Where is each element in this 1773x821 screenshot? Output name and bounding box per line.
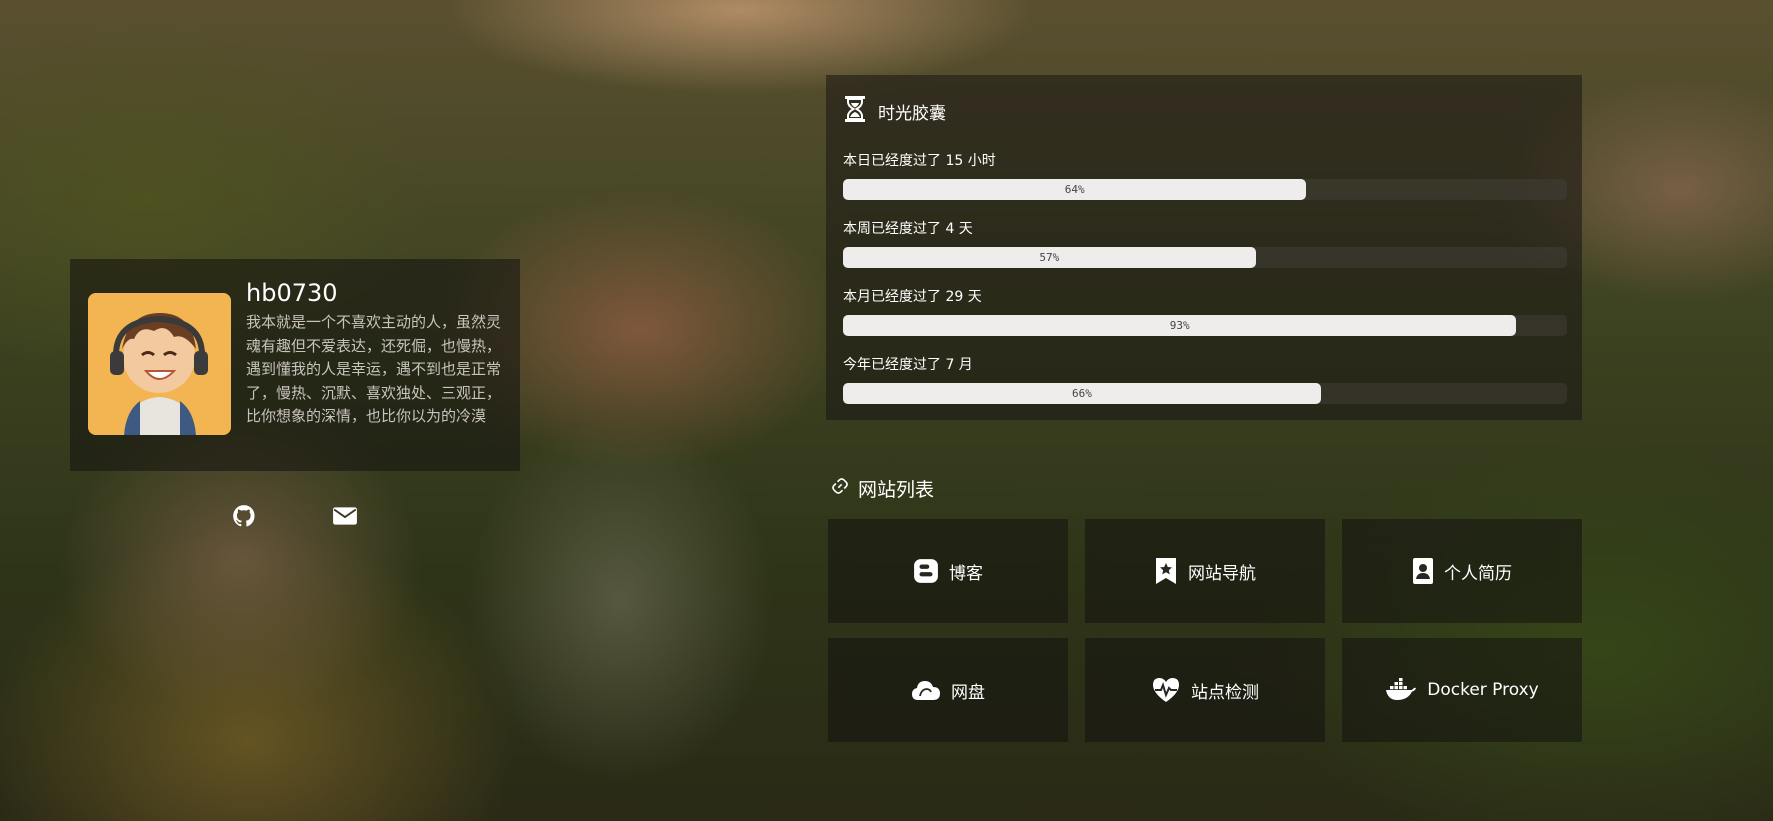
progress-label-week: 本周已经度过了 4 天: [843, 221, 973, 237]
username: hb0730: [246, 279, 338, 307]
blogger-icon: [913, 558, 939, 584]
time-capsule-title: 时光胶囊: [844, 95, 946, 127]
site-tile-label: 网站导航: [1188, 563, 1256, 584]
progress-bar-year: 66%: [843, 383, 1567, 404]
site-tile-label: 个人简历: [1444, 563, 1512, 584]
time-capsule-panel: 时光胶囊 本日已经度过了 15 小时 64% 本周已经度过了 4 天 57% 本…: [826, 75, 1582, 420]
progress-fill-month: 93%: [843, 315, 1517, 336]
resume-icon: [1412, 557, 1434, 585]
site-tile-docker-proxy[interactable]: Docker Proxy: [1342, 638, 1582, 742]
heart-pulse-icon: [1151, 677, 1181, 703]
bookmark-star-icon: [1154, 557, 1178, 585]
bio-text: 我本就是一个不喜欢主动的人，虽然灵魂有趣但不爱表达，还死倔，也慢热，遇到懂我的人…: [246, 313, 502, 425]
docker-icon: [1385, 678, 1417, 702]
site-tile-resume[interactable]: 个人简历: [1342, 519, 1582, 623]
progress-bar-month: 93%: [843, 315, 1567, 336]
cloud-icon: [911, 678, 941, 702]
link-icon: [830, 476, 850, 501]
site-tile-blog[interactable]: 博客: [828, 519, 1068, 623]
progress-label-month: 本月已经度过了 29 天: [843, 289, 982, 305]
site-list-header: 网站列表: [830, 473, 934, 503]
profile-card: hb0730 我本就是一个不喜欢主动的人，虽然灵魂有趣但不爱表达，还死倔，也慢热…: [70, 259, 520, 471]
progress-fill-year: 66%: [843, 383, 1321, 404]
site-tile-cloud-drive[interactable]: 网盘: [828, 638, 1068, 742]
site-tile-label: 网盘: [951, 682, 985, 703]
progress-bar-day: 64%: [843, 179, 1567, 200]
progress-label-day: 本日已经度过了 15 小时: [843, 153, 996, 169]
site-tile-label: 站点检测: [1191, 682, 1259, 703]
time-capsule-title-text: 时光胶囊: [878, 103, 946, 124]
site-tile-site-monitor[interactable]: 站点检测: [1085, 638, 1325, 742]
progress-label-year: 今年已经度过了 7 月: [843, 357, 973, 373]
site-tile-navigation[interactable]: 网站导航: [1085, 519, 1325, 623]
progress-fill-week: 57%: [843, 247, 1256, 268]
mail-icon[interactable]: [332, 503, 358, 529]
site-tile-label: 博客: [949, 563, 983, 584]
progress-fill-day: 64%: [843, 179, 1307, 200]
progress-bar-week: 57%: [843, 247, 1567, 268]
avatar: [88, 293, 231, 435]
site-tile-label: Docker Proxy: [1427, 680, 1539, 700]
site-list-title: 网站列表: [858, 478, 935, 501]
github-icon[interactable]: [231, 503, 257, 529]
hourglass-icon: [844, 95, 866, 128]
